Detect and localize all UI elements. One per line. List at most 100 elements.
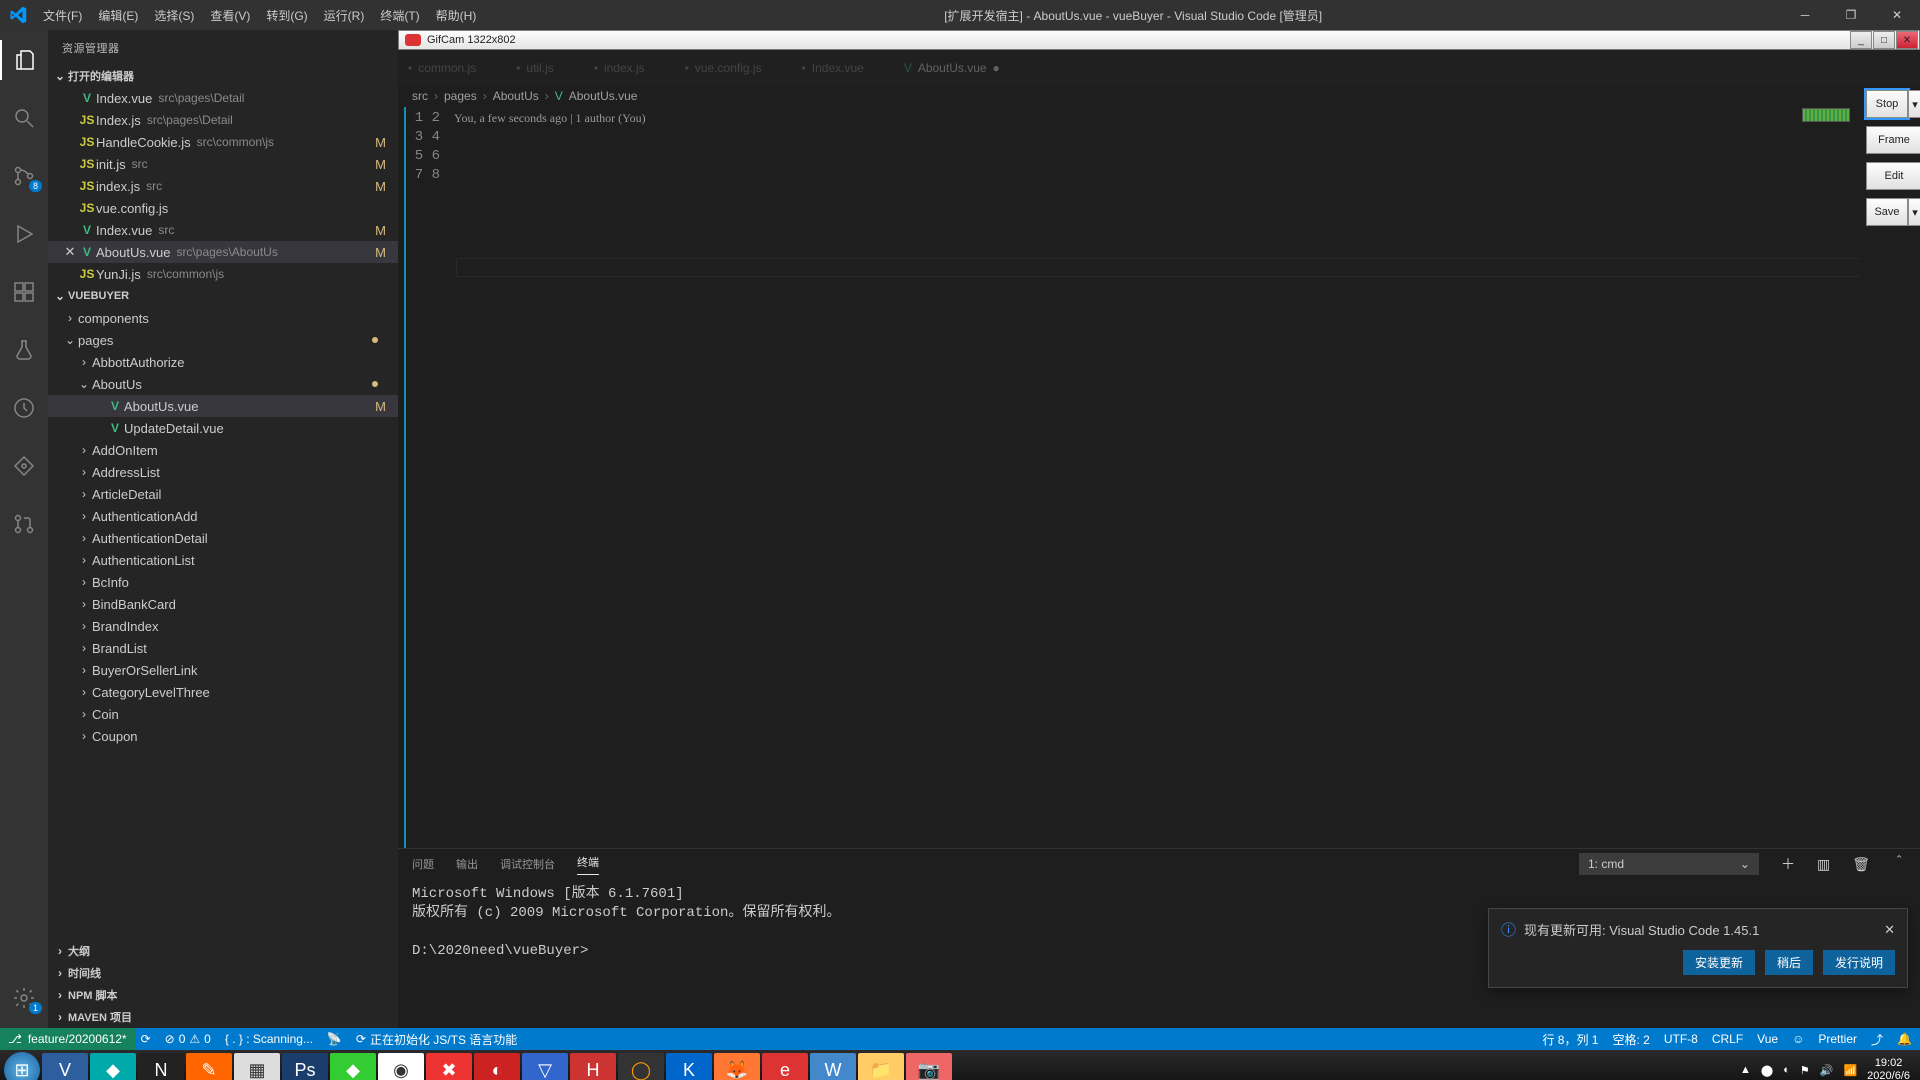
tree-item[interactable]: ›AddOnItem bbox=[48, 439, 398, 461]
menu-run[interactable]: 运行(R) bbox=[316, 7, 373, 24]
menu-go[interactable]: 转到(G) bbox=[258, 7, 315, 24]
taskbar-clock[interactable]: 19:022020/6/6 bbox=[1867, 1057, 1910, 1080]
activity-settings[interactable]: 1 bbox=[0, 978, 48, 1018]
tree-item[interactable]: VUpdateDetail.vue bbox=[48, 417, 398, 439]
window-close-button[interactable]: ✕ bbox=[1874, 0, 1920, 30]
tree-item[interactable]: ›AbbottAuthorize bbox=[48, 351, 398, 373]
notification-install-button[interactable]: 安装更新 bbox=[1683, 950, 1755, 975]
terminal-split-icon[interactable]: ▥ bbox=[1817, 856, 1830, 873]
menu-file[interactable]: 文件(F) bbox=[35, 7, 90, 24]
section-open-editors[interactable]: ⌄打开的编辑器 bbox=[48, 65, 398, 87]
gifcam-save-button[interactable]: Save bbox=[1866, 198, 1908, 226]
tree-item[interactable]: ›BrandIndex bbox=[48, 615, 398, 637]
section-collapsed[interactable]: ›时间线 bbox=[48, 962, 398, 984]
code-editor[interactable]: 1 2 3 4 5 6 7 8 You, a few seconds ago |… bbox=[398, 107, 1920, 848]
taskbar-app[interactable]: ◐ bbox=[474, 1053, 520, 1080]
section-project[interactable]: ⌄VUEBUYER bbox=[48, 285, 398, 307]
tray-icon[interactable]: ▲ bbox=[1740, 1064, 1751, 1076]
tray-icon[interactable]: ⬤ bbox=[1761, 1064, 1773, 1077]
status-encoding[interactable]: UTF-8 bbox=[1664, 1032, 1698, 1046]
notification-later-button[interactable]: 稍后 bbox=[1765, 950, 1813, 975]
activity-gitlens[interactable] bbox=[0, 446, 48, 486]
taskbar-app[interactable]: 📷 bbox=[906, 1053, 952, 1080]
activity-search[interactable] bbox=[0, 98, 48, 138]
status-position[interactable]: 行 8，列 1 bbox=[1542, 1031, 1598, 1048]
taskbar-app[interactable]: ◆ bbox=[90, 1053, 136, 1080]
gifcam-save-dropdown[interactable]: ▾ bbox=[1908, 198, 1920, 226]
notification-release-notes-button[interactable]: 发行说明 bbox=[1823, 950, 1895, 975]
taskbar-app[interactable]: ◉ bbox=[378, 1053, 424, 1080]
activity-scm[interactable]: 8 bbox=[0, 156, 48, 196]
section-collapsed[interactable]: ›MAVEN 项目 bbox=[48, 1006, 398, 1028]
tree-item[interactable]: ›BuyerOrSellerLink bbox=[48, 659, 398, 681]
menu-edit[interactable]: 编辑(E) bbox=[90, 7, 146, 24]
menu-view[interactable]: 查看(V) bbox=[202, 7, 258, 24]
system-tray[interactable]: ▲ ⬤ ◐ ⚑ 🔊 📶 19:022020/6/6 bbox=[1740, 1057, 1916, 1080]
taskbar-app[interactable]: e bbox=[762, 1053, 808, 1080]
gifcam-maximize[interactable]: □ bbox=[1873, 31, 1895, 49]
tree-item[interactable]: ›ArticleDetail bbox=[48, 483, 398, 505]
tree-item[interactable]: ›BrandList bbox=[48, 637, 398, 659]
taskbar-app[interactable]: ✖ bbox=[426, 1053, 472, 1080]
tray-icon[interactable]: ◐ bbox=[1783, 1064, 1790, 1076]
tree-item[interactable]: ›Coupon bbox=[48, 725, 398, 747]
taskbar-app[interactable]: N bbox=[138, 1053, 184, 1080]
activity-extensions[interactable] bbox=[0, 272, 48, 312]
menu-terminal[interactable]: 终端(T) bbox=[372, 7, 427, 24]
window-minimize-button[interactable]: ─ bbox=[1782, 0, 1828, 30]
panel-maximize-icon[interactable]: ＾ bbox=[1892, 854, 1906, 874]
activity-pr[interactable] bbox=[0, 504, 48, 544]
taskbar-app[interactable]: ▽ bbox=[522, 1053, 568, 1080]
menu-select[interactable]: 选择(S) bbox=[146, 7, 202, 24]
panel-tab-output[interactable]: 输出 bbox=[456, 856, 478, 872]
tree-item[interactable]: ›Coin bbox=[48, 703, 398, 725]
menu-help[interactable]: 帮助(H) bbox=[428, 7, 485, 24]
gifcam-title-bar[interactable]: GifCam 1322x802 _ □ ✕ bbox=[398, 30, 1920, 50]
status-eol[interactable]: CRLF bbox=[1712, 1032, 1743, 1046]
section-collapsed[interactable]: ›大纲 bbox=[48, 940, 398, 962]
status-language[interactable]: Vue bbox=[1757, 1032, 1778, 1046]
status-prettier[interactable]: Prettier bbox=[1818, 1032, 1857, 1046]
open-editor-item[interactable]: JSvue.config.js bbox=[48, 197, 398, 219]
open-editor-item[interactable]: VIndex.vuesrc\pages\Detail bbox=[48, 87, 398, 109]
section-collapsed[interactable]: ›NPM 脚本 bbox=[48, 984, 398, 1006]
tree-item[interactable]: VAboutUs.vueM bbox=[48, 395, 398, 417]
editor-tabs[interactable]: •common.js •util.js •index.js •vue.confi… bbox=[398, 50, 1920, 85]
taskbar-app[interactable]: W bbox=[810, 1053, 856, 1080]
tree-item[interactable]: ›AuthenticationAdd bbox=[48, 505, 398, 527]
panel-tab-terminal[interactable]: 终端 bbox=[577, 854, 599, 875]
activity-test[interactable] bbox=[0, 330, 48, 370]
taskbar-app[interactable]: 📁 bbox=[858, 1053, 904, 1080]
tree-item[interactable]: ›AuthenticationDetail bbox=[48, 527, 398, 549]
activity-explorer[interactable] bbox=[0, 40, 48, 80]
status-bell-icon[interactable]: 🔔 bbox=[1897, 1032, 1912, 1046]
taskbar-app[interactable]: V bbox=[42, 1053, 88, 1080]
breadcrumb[interactable]: src› pages› AboutUs› VAboutUs.vue bbox=[398, 85, 1920, 107]
taskbar-app[interactable]: ✎ bbox=[186, 1053, 232, 1080]
status-errors[interactable]: ⊘ 0 ⚠ 0 bbox=[165, 1032, 211, 1046]
status-branch[interactable]: ⎇feature/20200612* bbox=[0, 1028, 135, 1050]
tray-icon[interactable]: 📶 bbox=[1843, 1064, 1857, 1077]
notification-close-icon[interactable]: ✕ bbox=[1884, 922, 1895, 938]
code-lens[interactable]: You, a few seconds ago | 1 author (You) bbox=[454, 109, 1920, 128]
start-button[interactable]: ⊞ bbox=[4, 1052, 40, 1080]
taskbar-app[interactable]: ◯ bbox=[618, 1053, 664, 1080]
terminal-selector[interactable]: 1: cmd⌄ bbox=[1579, 853, 1759, 875]
taskbar-app[interactable]: Ps bbox=[282, 1053, 328, 1080]
tree-item[interactable]: ⌄AboutUs bbox=[48, 373, 398, 395]
taskbar-app[interactable]: ◆ bbox=[330, 1053, 376, 1080]
open-editor-item[interactable]: JSinit.jssrcM bbox=[48, 153, 398, 175]
status-tweet-icon[interactable]: ☺ bbox=[1792, 1032, 1804, 1046]
tree-item[interactable]: ›CategoryLevelThree bbox=[48, 681, 398, 703]
tree-item[interactable]: ›AuthenticationList bbox=[48, 549, 398, 571]
taskbar-app[interactable]: 🦊 bbox=[714, 1053, 760, 1080]
taskbar-app[interactable]: K bbox=[666, 1053, 712, 1080]
gifcam-stop-button[interactable]: Stop bbox=[1866, 90, 1908, 118]
tree-item[interactable]: ›AddressList bbox=[48, 461, 398, 483]
terminal-kill-icon[interactable]: 🗑 bbox=[1852, 856, 1870, 873]
gifcam-stop-dropdown[interactable]: ▾ bbox=[1908, 90, 1920, 118]
window-maximize-button[interactable]: ❐ bbox=[1828, 0, 1874, 30]
close-icon[interactable]: ✕ bbox=[62, 244, 78, 260]
open-editor-item[interactable]: JSIndex.jssrc\pages\Detail bbox=[48, 109, 398, 131]
tree-item[interactable]: ›BindBankCard bbox=[48, 593, 398, 615]
